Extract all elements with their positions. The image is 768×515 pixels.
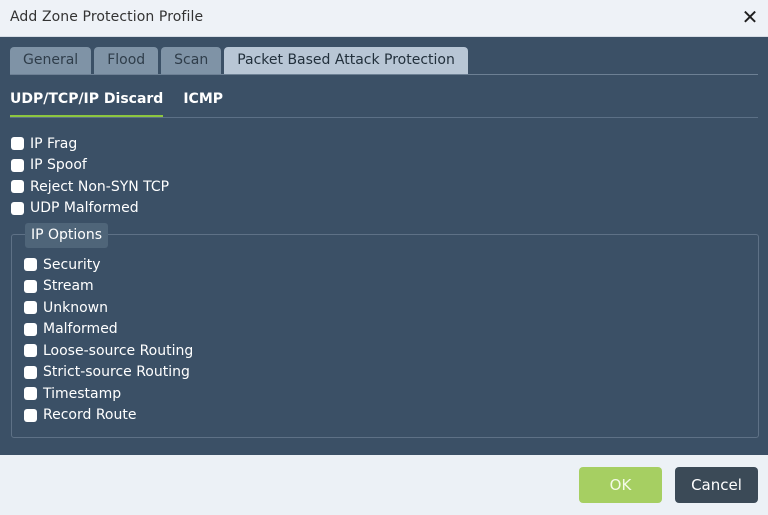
subtabs-divider <box>10 117 758 118</box>
stream-option[interactable]: Stream <box>24 276 193 298</box>
main-tabs: General Flood Scan Packet Based Attack P… <box>10 47 468 74</box>
strict-source-routing-label: Strict-source Routing <box>43 364 190 381</box>
unknown-checkbox[interactable] <box>24 301 37 315</box>
timestamp-label: Timestamp <box>43 385 122 402</box>
subtab-icmp[interactable]: ICMP <box>183 89 223 115</box>
discard-options-list: IP Frag IP Spoof Reject Non-SYN TCP UDP … <box>11 133 169 219</box>
dialog-footer: OK Cancel <box>0 455 768 515</box>
ip-options-fieldset: IP Options Security Stream Unknown Malfo… <box>11 223 759 438</box>
udp-malformed-label: UDP Malformed <box>30 200 139 217</box>
loose-source-routing-option[interactable]: Loose-source Routing <box>24 340 193 362</box>
security-label: Security <box>43 256 101 273</box>
tab-scan[interactable]: Scan <box>161 47 222 74</box>
ip-spoof-checkbox[interactable] <box>11 158 24 172</box>
ip-spoof-option[interactable]: IP Spoof <box>11 155 169 177</box>
udp-malformed-checkbox[interactable] <box>11 201 24 215</box>
cancel-button[interactable]: Cancel <box>675 467 758 503</box>
malformed-checkbox[interactable] <box>24 322 37 336</box>
zone-protection-dialog: Add Zone Protection Profile ✕ General Fl… <box>0 0 768 515</box>
ok-button[interactable]: OK <box>579 467 662 503</box>
stream-label: Stream <box>43 278 94 295</box>
ip-options-legend: IP Options <box>25 223 109 248</box>
stream-checkbox[interactable] <box>24 279 37 293</box>
tab-packet-based-attack-protection[interactable]: Packet Based Attack Protection <box>224 47 468 74</box>
record-route-label: Record Route <box>43 407 137 424</box>
sub-tabs: UDP/TCP/IP Discard ICMP <box>10 89 223 118</box>
udp-malformed-option[interactable]: UDP Malformed <box>11 198 169 220</box>
dialog-title: Add Zone Protection Profile <box>10 9 204 25</box>
strict-source-routing-checkbox[interactable] <box>24 365 37 379</box>
close-icon[interactable]: ✕ <box>740 6 760 28</box>
tab-flood[interactable]: Flood <box>94 47 159 74</box>
dialog-body: General Flood Scan Packet Based Attack P… <box>0 37 768 455</box>
ip-options-list: Security Stream Unknown Malformed Loose-… <box>24 254 193 426</box>
security-option[interactable]: Security <box>24 254 193 276</box>
ip-frag-checkbox[interactable] <box>11 137 24 151</box>
tabs-divider <box>10 74 758 75</box>
security-checkbox[interactable] <box>24 258 37 272</box>
malformed-option[interactable]: Malformed <box>24 319 193 341</box>
malformed-label: Malformed <box>43 321 118 338</box>
record-route-checkbox[interactable] <box>24 408 37 422</box>
ip-frag-option[interactable]: IP Frag <box>11 133 169 155</box>
record-route-option[interactable]: Record Route <box>24 405 193 427</box>
unknown-label: Unknown <box>43 299 108 316</box>
timestamp-checkbox[interactable] <box>24 387 37 401</box>
timestamp-option[interactable]: Timestamp <box>24 383 193 405</box>
tab-general[interactable]: General <box>10 47 92 74</box>
reject-non-syn-tcp-label: Reject Non-SYN TCP <box>30 178 170 195</box>
strict-source-routing-option[interactable]: Strict-source Routing <box>24 362 193 384</box>
reject-non-syn-tcp-option[interactable]: Reject Non-SYN TCP <box>11 176 169 198</box>
loose-source-routing-checkbox[interactable] <box>24 344 37 358</box>
ip-spoof-label: IP Spoof <box>30 157 87 174</box>
loose-source-routing-label: Loose-source Routing <box>43 342 194 359</box>
reject-non-syn-tcp-checkbox[interactable] <box>11 180 24 194</box>
unknown-option[interactable]: Unknown <box>24 297 193 319</box>
ip-frag-label: IP Frag <box>30 135 78 152</box>
dialog-titlebar: Add Zone Protection Profile ✕ <box>0 0 768 37</box>
subtab-udp-tcp-ip-discard[interactable]: UDP/TCP/IP Discard <box>10 89 164 118</box>
